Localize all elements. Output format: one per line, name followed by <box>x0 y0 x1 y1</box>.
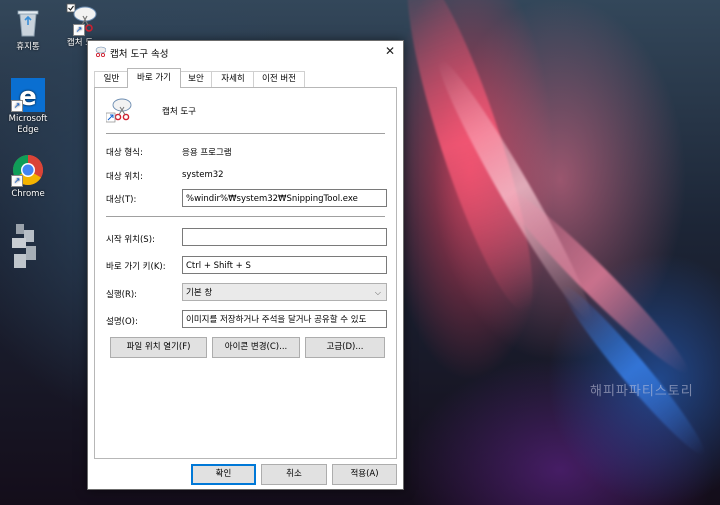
tab-details[interactable]: 자세히 <box>211 71 255 87</box>
recycle-bin-icon <box>11 6 45 40</box>
cancel-button[interactable]: 취소 <box>261 464 327 485</box>
shortcut-arrow-icon: ↗ <box>11 100 23 112</box>
divider <box>106 216 385 217</box>
target-label: 대상(T): <box>106 195 137 205</box>
shortcut-key-field[interactable]: Ctrl + Shift + S <box>182 256 387 274</box>
desktop-icon-label: Microsoft Edge <box>8 114 48 135</box>
apply-button[interactable]: 적용(A) <box>332 464 397 485</box>
wallpaper-streak <box>385 0 555 321</box>
shortcut-arrow-icon: ↗ <box>73 24 85 36</box>
app-name: 캡처 도구 <box>162 107 196 117</box>
start-in-field[interactable] <box>182 228 387 246</box>
snipping-tool-icon <box>94 46 107 58</box>
chevron-down-icon: ⌵ <box>374 288 381 297</box>
snipping-tool-icon <box>105 97 132 123</box>
shortcut-arrow-icon: ↗ <box>11 175 23 187</box>
desktop-icon-recycle-bin[interactable]: 휴지통 <box>0 6 56 53</box>
tab-general[interactable]: 일반 <box>94 71 129 87</box>
divider <box>106 133 385 134</box>
comment-label: 설명(O): <box>106 317 138 327</box>
run-select[interactable]: 기본 창 ⌵ <box>182 283 387 301</box>
start-in-label: 시작 위치(S): <box>106 235 155 245</box>
desktop-icon-chrome[interactable]: ↗ Chrome <box>0 153 56 200</box>
tab-previous-versions[interactable]: 이전 버전 <box>253 71 305 87</box>
tab-strip: 일반 바로 가기 보안 자세히 이전 버전 <box>94 68 394 88</box>
watermark-text: 해피파파티스토리 <box>590 384 694 399</box>
desktop-icon-label: Chrome <box>11 189 45 199</box>
blurred-desktop-icon <box>10 224 40 274</box>
target-location-value: system32 <box>182 170 224 180</box>
properties-dialog: 캡처 도구 속성 ✕ 일반 바로 가기 보안 자세히 이전 버전 캡처 도구 대… <box>87 40 404 490</box>
target-location-label: 대상 위치: <box>106 172 143 182</box>
target-field[interactable]: %windir%₩system32₩SnippingTool.exe <box>182 189 387 207</box>
ok-button[interactable]: 확인 <box>191 464 256 485</box>
shortcut-tab-panel: 캡처 도구 대상 형식: 응용 프로그램 대상 위치: system32 대상(… <box>94 87 397 459</box>
snipping-tool-icon: ↗ <box>63 2 97 36</box>
dialog-titlebar[interactable]: 캡처 도구 속성 ✕ <box>88 41 403 63</box>
shortcut-key-label: 바로 가기 키(K): <box>106 262 166 272</box>
edge-icon: e ↗ <box>11 78 45 112</box>
desktop-icon-label: 휴지통 <box>16 42 40 52</box>
tab-shortcut[interactable]: 바로 가기 <box>127 68 181 88</box>
open-file-location-button[interactable]: 파일 위치 열기(F) <box>110 337 207 358</box>
tab-security[interactable]: 보안 <box>179 71 213 87</box>
chrome-icon: ↗ <box>11 153 45 187</box>
dialog-title: 캡처 도구 속성 <box>110 49 169 60</box>
close-icon[interactable]: ✕ <box>385 44 395 58</box>
run-label: 실행(R): <box>106 290 138 300</box>
desktop-icon-edge[interactable]: e ↗ Microsoft Edge <box>0 78 56 136</box>
change-icon-button[interactable]: 아이콘 변경(C)... <box>212 337 300 358</box>
run-select-value: 기본 창 <box>186 288 213 298</box>
advanced-button[interactable]: 고급(D)... <box>305 337 385 358</box>
target-type-label: 대상 형식: <box>106 148 143 158</box>
target-type-value: 응용 프로그램 <box>182 148 232 158</box>
comment-field[interactable]: 이미지를 저장하거나 주석을 달거나 공유할 수 있도 <box>182 310 387 328</box>
